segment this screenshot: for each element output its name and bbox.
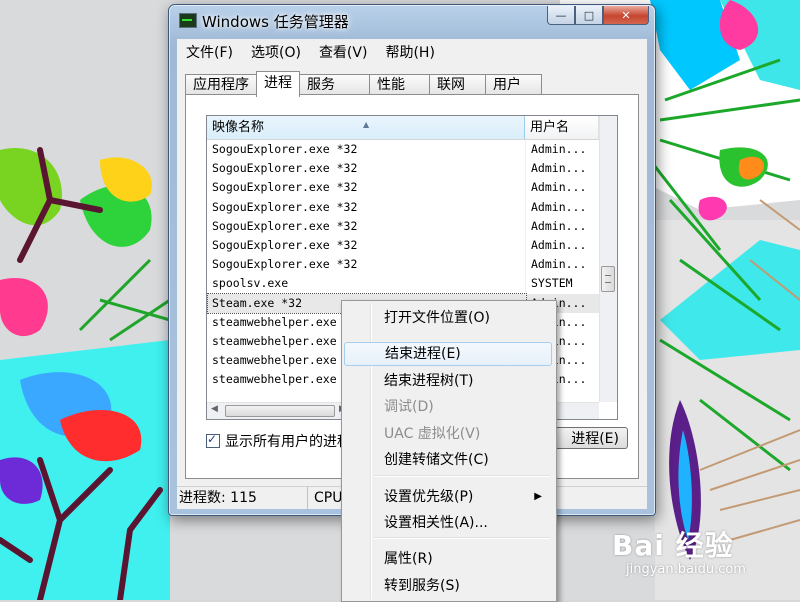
context-menu-item[interactable]: 设置相关性(A)... [344,511,552,535]
title-bar[interactable]: Windows 任务管理器 — □ ✕ [169,5,655,35]
process-image-name: SogouExplorer.exe *32 [212,257,358,272]
context-menu-item-label: 设置相关性(A)... [384,515,488,531]
context-menu-item[interactable]: 打开文件位置(O) [344,306,552,330]
context-menu-item-label: 结束进程树(T) [384,373,474,389]
context-menu-item-label: 创建转储文件(C) [384,452,489,468]
show-all-users-checkbox[interactable] [206,432,220,448]
context-menu-separator [374,475,550,477]
context-menu-item-label: 属性(R) [384,551,433,567]
process-image-name: SogouExplorer.exe *32 [212,161,358,176]
close-icon: ✕ [621,8,631,22]
process-user-name: Admin... [531,199,587,214]
column-separator [525,140,526,160]
process-user-name: Admin... [531,161,587,176]
minimize-icon: — [555,8,567,22]
column-separator [525,235,526,256]
baidu-jingyan-watermark: Bai 经验 jingyan.baidu.com [612,524,746,577]
minimize-button[interactable]: — [547,6,575,25]
show-all-users-label: 显示所有用户的进程 [225,434,351,450]
tab-services[interactable]: 服务 [299,74,370,96]
menu-file[interactable]: 文件(F) [177,39,242,61]
process-user-name: Admin... [531,218,587,233]
vertical-scrollbar[interactable] [599,116,617,402]
context-menu-item[interactable]: 转到服务(S) [344,574,552,598]
tab-networking[interactable]: 联网 [429,74,486,96]
show-all-users-option[interactable]: 显示所有用户的进程 [206,431,351,451]
process-user-name: SYSTEM [531,276,573,291]
process-image-name: SogouExplorer.exe *32 [212,142,358,156]
tab-performance[interactable]: 性能 [369,74,430,96]
process-row[interactable]: SogouExplorer.exe *32 Admin... [207,159,599,179]
column-separator [525,255,526,275]
process-row[interactable]: SogouExplorer.exe *32 Admin... [207,197,599,217]
scroll-left-icon[interactable]: ◀ [211,404,218,414]
process-row[interactable]: SogouExplorer.exe *32 Admin... [207,178,599,198]
column-separator [525,197,526,217]
context-menu-item[interactable]: 结束进程树(T) [344,369,552,393]
context-menu-item-label: 转到服务(S) [384,578,460,594]
context-menu-item-label: UAC 虚拟化(V) [384,426,481,442]
process-image-name: SogouExplorer.exe *32 [212,237,358,252]
process-image-name: SogouExplorer.exe *32 [212,180,358,195]
context-menu-item[interactable]: 属性(R) [344,547,552,571]
process-context-menu: 打开文件位置(O) 结束进程(E) 结束进程树(T) 调试(D) UAC 虚拟化(V) 创… [341,300,557,602]
context-menu-item[interactable]: 结束进程(E) [344,342,552,366]
context-menu-separator [374,537,550,539]
column-separator [525,274,526,294]
context-menu-item[interactable]: 设置优先级(P) ▶ [344,485,552,509]
maximize-icon: □ [583,8,595,22]
window-title: Windows 任务管理器 [202,13,349,31]
process-count: 进程数: 115 [179,490,257,506]
process-row[interactable]: SogouExplorer.exe *32 Admin... [207,235,599,256]
tab-strip: 应用程序 进程 服务 性能 联网 用户 [185,71,542,97]
caption-buttons: — □ ✕ [547,6,649,25]
process-row[interactable]: SogouExplorer.exe *32 Admin... [207,255,599,275]
process-user-name: Admin... [531,257,587,272]
tab-users[interactable]: 用户 [485,74,542,96]
column-header-image-name[interactable]: ▲ 映像名称 [207,116,525,139]
context-menu-item-label: 打开文件位置(O) [384,310,490,326]
column-separator [525,216,526,236]
column-header-image-name-label: 映像名称 [212,120,265,135]
column-separator [525,178,526,198]
task-manager-app-icon [179,13,197,28]
process-row[interactable]: spoolsv.exe SYSTEM [207,274,599,294]
tab-applications[interactable]: 应用程序 [185,74,257,96]
tab-processes[interactable]: 进程 [256,71,300,97]
process-user-name: Admin... [531,180,587,195]
process-image-name: SogouExplorer.exe *32 [212,199,358,214]
horizontal-scroll-thumb[interactable] [225,405,335,417]
column-header-user-name[interactable]: 用户名 [525,116,599,139]
menu-options[interactable]: 选项(O) [242,39,310,61]
menu-help[interactable]: 帮助(H) [376,39,443,61]
sort-ascending-icon: ▲ [363,120,370,129]
process-image-name: SogouExplorer.exe *32 [212,218,358,233]
menu-view[interactable]: 查看(V) [310,39,377,61]
process-row[interactable]: SogouExplorer.exe *32 Admin... [207,216,599,236]
context-menu-item: UAC 虚拟化(V) [344,422,552,446]
context-menu-item[interactable]: 创建转储文件(C) [344,448,552,472]
process-user-name: Admin... [531,142,587,156]
context-menu-item-label: 设置优先级(P) [384,489,474,505]
context-menu-item-label: 调试(D) [384,399,434,415]
menu-bar: 文件(F) 选项(O) 查看(V) 帮助(H) [177,39,647,61]
process-list-header: ▲ 映像名称 用户名 [207,116,599,140]
context-menu-item-label: 结束进程(E) [385,346,461,362]
close-button[interactable]: ✕ [603,6,649,25]
process-image-name: spoolsv.exe [212,276,289,291]
vertical-scroll-thumb[interactable] [601,266,615,292]
process-user-name: Admin... [531,237,587,252]
end-process-button[interactable]: 进程(E) [548,427,628,449]
process-row[interactable]: SogouExplorer.exe *32 Admin... [207,140,599,160]
context-menu-item: 调试(D) [344,395,552,419]
cpu-usage: CPU [307,487,342,509]
maximize-button[interactable]: □ [575,6,603,25]
column-separator [525,159,526,179]
watermark-main: Bai 经验 [612,529,734,562]
watermark-url: jingyan.baidu.com [626,562,746,577]
submenu-arrow-icon: ▶ [534,491,542,502]
